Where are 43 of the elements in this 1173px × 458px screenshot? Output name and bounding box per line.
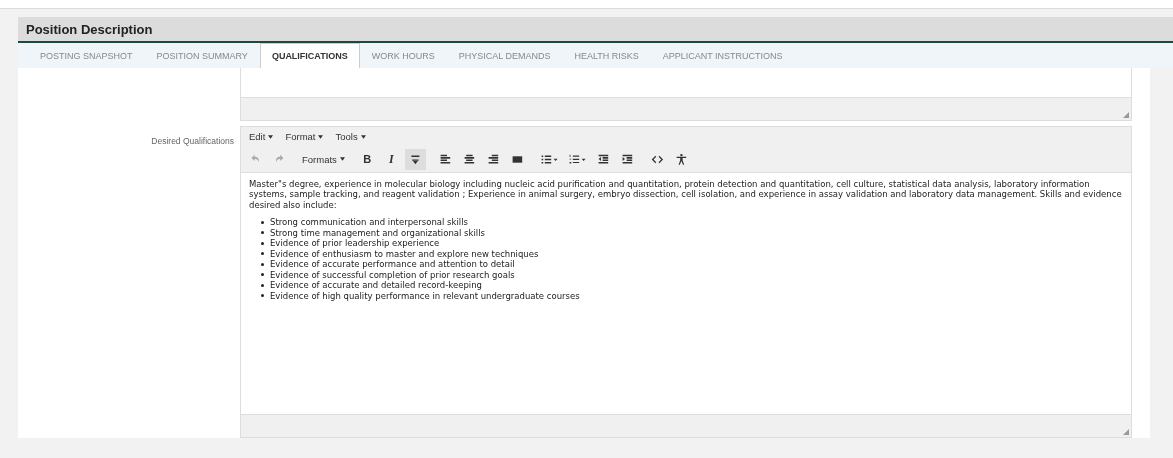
rich-text-editor[interactable]	[240, 125, 1132, 438]
tab[interactable]: APPLICANT INSTRUCTIONS	[650, 43, 795, 68]
field-label: Desired Qualifications	[150, 134, 235, 146]
align-center-icon	[462, 152, 476, 166]
menu-button[interactable]: Edit	[245, 131, 278, 142]
bullet-text: Evidence of enthusiasm to master and explore new techniques	[270, 248, 539, 259]
caret-icon	[360, 135, 366, 140]
indent-icon	[621, 152, 635, 166]
bullet-icon	[261, 252, 264, 256]
bullet-text: Strong communication and interpersonal skills	[270, 217, 468, 228]
bullet-icon	[261, 283, 264, 287]
tab[interactable]: POSITION SUMMARY	[144, 43, 260, 68]
bullet-icon	[261, 294, 264, 298]
resize-grip-icon[interactable]	[1123, 112, 1129, 118]
menu-button[interactable]: Format	[281, 131, 328, 142]
caret-icon	[339, 157, 345, 161]
strikethrough-button[interactable]	[404, 148, 426, 170]
bullet-text: Evidence of successful completion of prior research goals	[270, 269, 515, 280]
bullet-text: Evidence of accurate and detailed record-keeping	[270, 280, 482, 291]
tab[interactable]: QUALIFICATIONS	[259, 43, 360, 68]
align-right-icon	[486, 152, 500, 166]
align-left-icon	[438, 152, 452, 166]
resize-grip-icon[interactable]	[1123, 428, 1129, 435]
bold-button[interactable]: B	[356, 148, 378, 170]
accessibility-icon	[675, 152, 689, 166]
bullet-text: Evidence of high quality performance in relevant undergraduate courses	[270, 290, 580, 301]
formats-dropdown[interactable]: Formats	[299, 148, 348, 170]
caret-icon	[268, 135, 274, 140]
panel-title: Position Description	[26, 21, 153, 37]
bullet-icon	[261, 220, 264, 224]
menu-button[interactable]: Tools	[331, 131, 370, 142]
caret-icon	[318, 135, 324, 140]
bullet-icon	[261, 241, 264, 245]
bullet-icon	[261, 231, 264, 235]
bullet-text: Evidence of accurate performance and attention to detail	[270, 259, 515, 270]
italic-button[interactable]: I	[380, 148, 402, 170]
outdent-icon	[597, 152, 611, 166]
tab[interactable]: POSTING SNAPSHOT	[28, 43, 145, 68]
bullet-text: Strong time management and organizational skills	[270, 227, 485, 238]
bullet-icon	[261, 273, 264, 277]
bullet-text: Evidence of prior leadership experience	[270, 238, 440, 249]
bullet-icon	[261, 262, 264, 266]
description-paragraph: Master"s degree, experience in molecular biology including nucleic acid purification and quantitation, protein detection and quantitation, cell culture, statistical data analysis, laboratory information systems, sample tracking, and reagent validation ; Experience in animal surgery, embryo dissection, cell isolation, and experience in assay validation and laboratory data management. Skills and evidence desired also include:	[249, 178, 1123, 210]
